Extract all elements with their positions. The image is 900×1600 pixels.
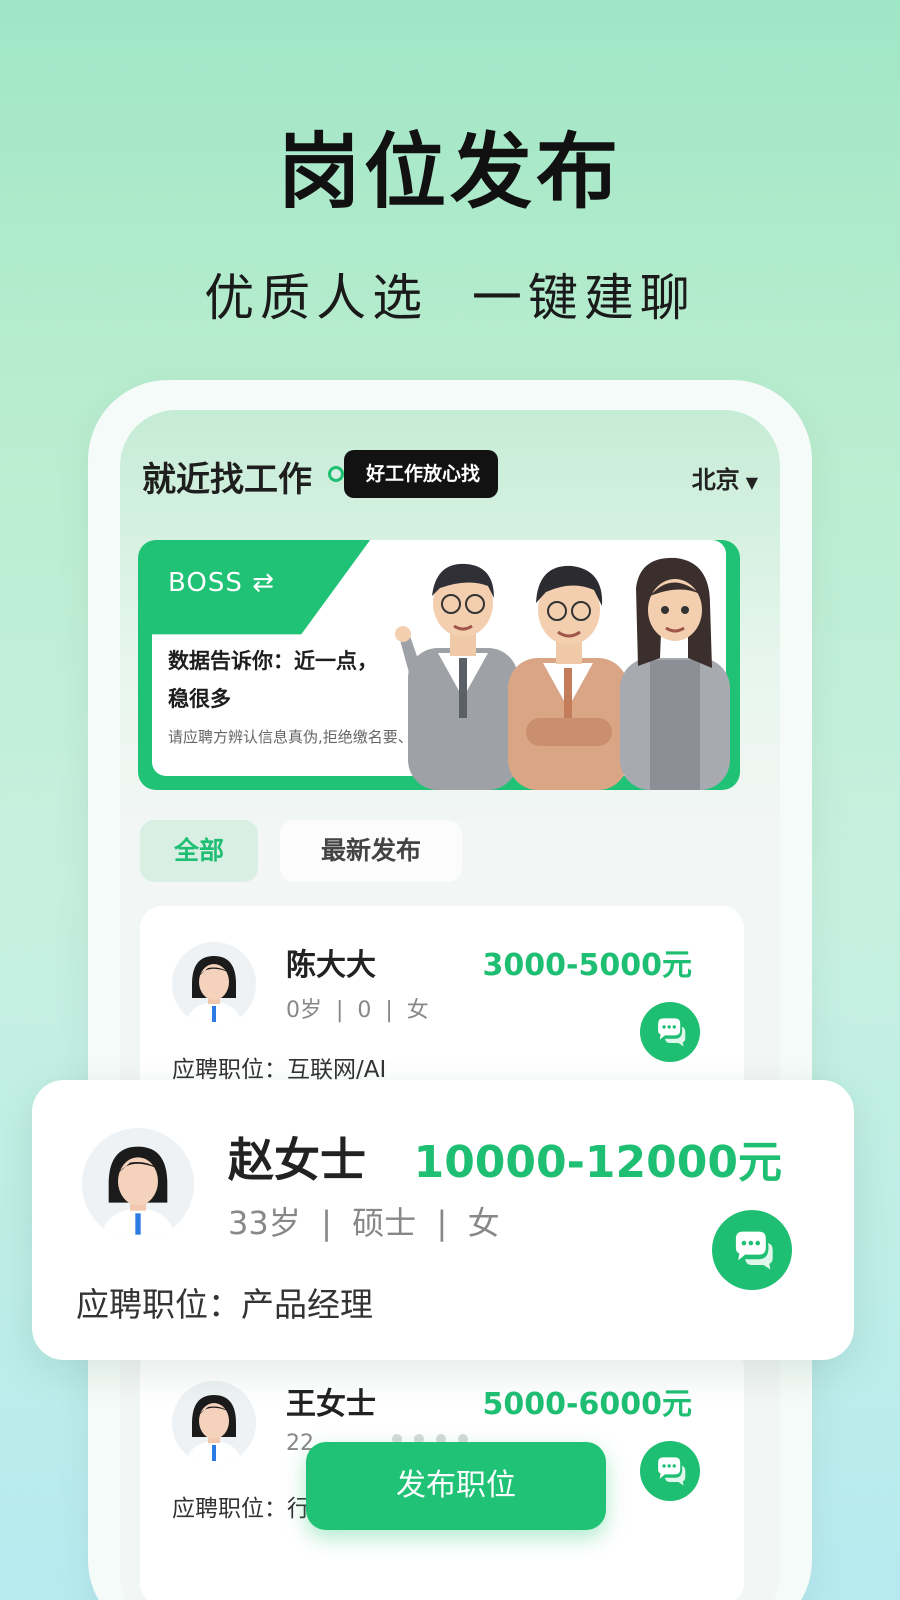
female-avatar-icon (172, 1381, 256, 1465)
slogan-tag: 好工作放心找 (344, 450, 499, 498)
tab-latest[interactable]: 最新发布 (280, 820, 462, 882)
candidate-salary: 5000-6000元 (482, 1387, 692, 1422)
candidate-salary: 3000-5000元 (482, 948, 692, 983)
female-avatar-icon (82, 1128, 194, 1240)
city-selector[interactable]: 北京 ▼ (692, 460, 758, 495)
promo-banner[interactable]: BOSS ⇄ 数据告诉你：近一点，稳很多 请应聘方辨认信息真伪,拒绝缴名要、押金… (138, 540, 740, 790)
chat-button[interactable] (640, 1002, 700, 1062)
boss-switch-tag: BOSS ⇄ (168, 568, 275, 598)
candidate-card[interactable]: 陈大大 3000-5000元 0岁 | 0 | 女 应聘职位：互联网/AI (140, 906, 744, 1106)
person-right-illustration (620, 557, 730, 790)
publish-job-button[interactable]: 发布职位 (306, 1442, 606, 1530)
highlighted-candidate-card[interactable]: 赵女士 10000-12000元 33岁 | 硕士 | 女 应聘职位：产品经理 (32, 1080, 854, 1360)
slogan-link-dot (328, 466, 344, 482)
chat-bubble-icon (658, 1457, 686, 1486)
people-illustration (395, 557, 730, 790)
candidate-name: 王女士 (286, 1387, 376, 1422)
candidate-position: 应聘职位：互联网/AI (172, 1057, 387, 1083)
phone-screen: 就近找工作 好工作放心找 北京 ▼ BOSS ⇄ 数据告诉你：近一点，稳很多 请应… (120, 410, 780, 1600)
banner-note: 请应聘方辨认信息真伪,拒绝缴名要、押金等要求,谨防上当受骗 (168, 728, 418, 746)
chat-bubble-icon (735, 1231, 773, 1270)
app-title: 就近找工作 (142, 460, 312, 500)
promo-headline: 岗位发布 (277, 125, 622, 220)
candidate-position: 应聘职位：产品经理 (76, 1285, 373, 1324)
candidate-salary: 10000-12000元 (413, 1137, 782, 1188)
candidate-position: 应聘职位：行 (172, 1496, 310, 1522)
caret-down-icon: ▼ (745, 473, 758, 492)
city-label: 北京 (691, 466, 740, 494)
chat-button[interactable] (712, 1210, 792, 1290)
banner-title: 数据告诉你：近一点，稳很多 (168, 649, 378, 711)
candidate-meta: 0岁 | 0 | 女 (286, 998, 429, 1023)
female-avatar-icon (172, 942, 256, 1026)
chat-button[interactable] (640, 1441, 700, 1501)
candidate-name: 陈大大 (286, 948, 376, 983)
chat-bubble-icon (658, 1018, 686, 1047)
tab-all[interactable]: 全部 (140, 820, 258, 882)
candidate-meta: 33岁 | 硕士 | 女 (228, 1204, 500, 1242)
promo-subheadline: 优质人选 一键建聊 (204, 269, 696, 327)
person-middle-illustration (508, 565, 628, 790)
candidate-name: 赵女士 (228, 1133, 366, 1187)
person-left-illustration (395, 563, 518, 790)
